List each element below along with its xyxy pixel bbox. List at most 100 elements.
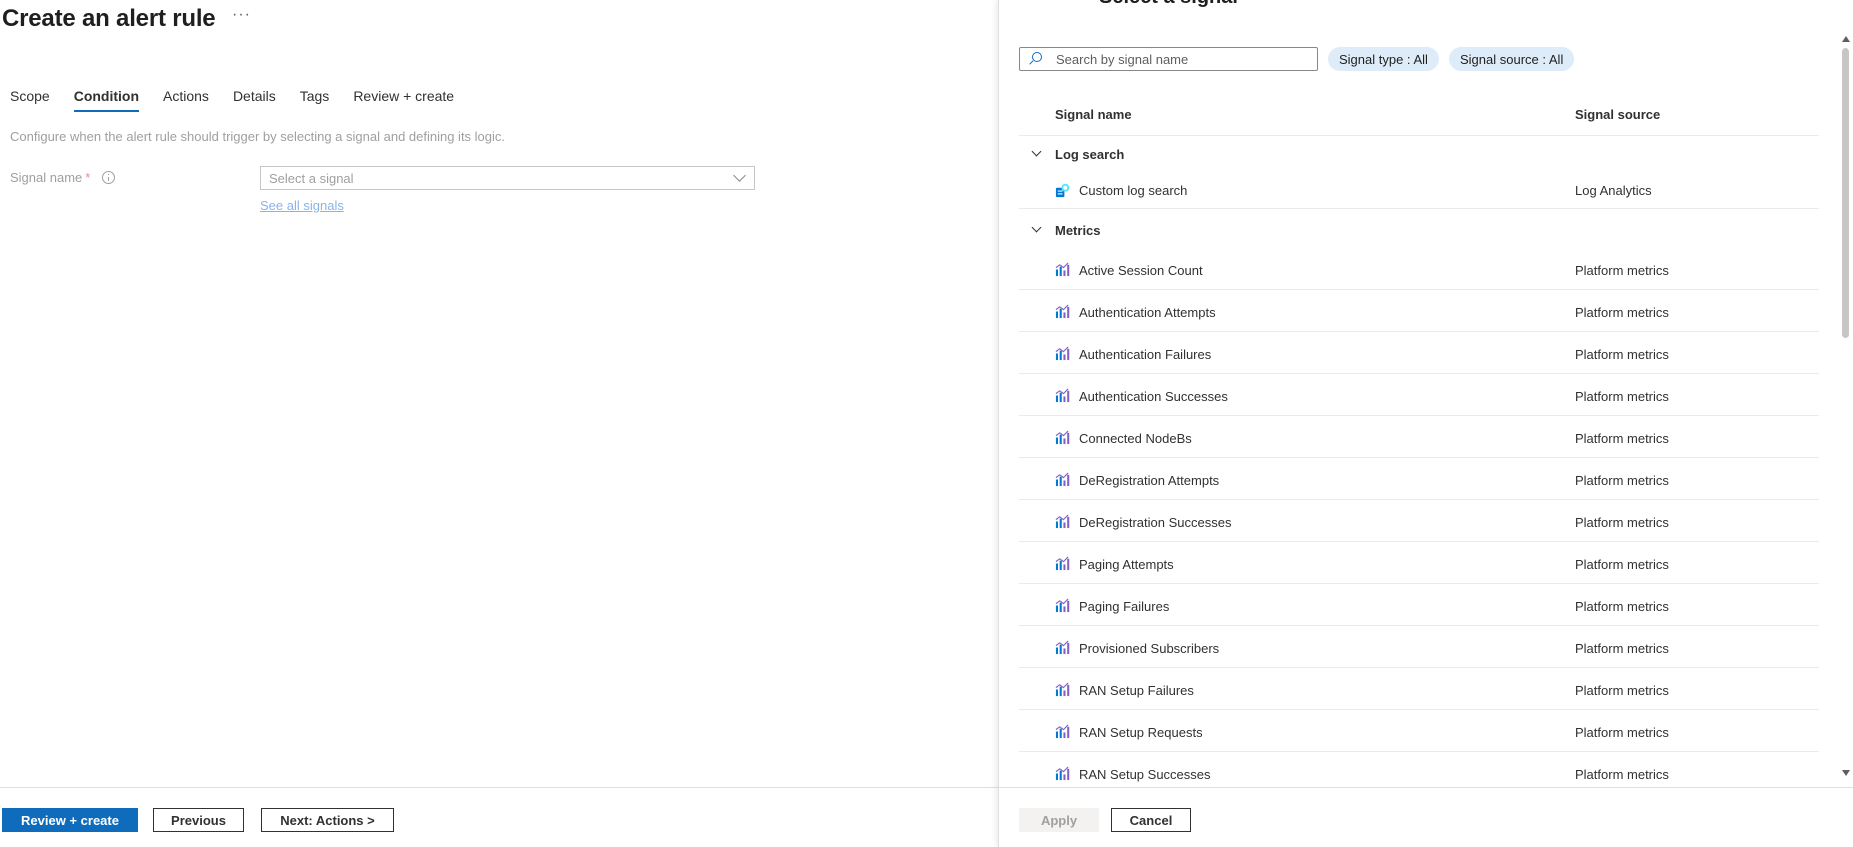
signal-name: Custom log search (1079, 183, 1188, 198)
signal-source: Log Analytics (1575, 183, 1652, 198)
signal-row[interactable]: Active Session Count Platform metrics (1019, 248, 1819, 290)
signal-name: RAN Setup Successes (1079, 767, 1211, 782)
metric-chart-icon (1055, 514, 1070, 529)
group-header-log-search[interactable]: Log search (1019, 136, 1819, 171)
required-marker: * (85, 170, 91, 185)
metric-chart-icon (1055, 724, 1070, 739)
signal-source: Platform metrics (1575, 641, 1669, 656)
signal-source: Platform metrics (1575, 305, 1669, 320)
signal-name: Paging Failures (1079, 599, 1170, 614)
metric-chart-icon (1055, 682, 1070, 697)
signal-row[interactable]: DeRegistration Attempts Platform metrics (1019, 458, 1819, 500)
metric-chart-icon (1055, 556, 1070, 571)
signal-source: Platform metrics (1575, 263, 1669, 278)
signal-source: Platform metrics (1575, 347, 1669, 362)
signal-source: Platform metrics (1575, 557, 1669, 572)
create-alert-rule-page: Create an alert rule ··· Scope Condition… (0, 0, 998, 847)
metric-chart-icon (1055, 472, 1070, 487)
panel-scrollbar[interactable] (1837, 36, 1853, 786)
tab-review-create[interactable]: Review + create (353, 88, 454, 112)
metric-chart-icon (1055, 430, 1070, 445)
signal-row[interactable]: Custom log search Log Analytics (1019, 171, 1819, 209)
wizard-tabs: Scope Condition Actions Details Tags Rev… (10, 88, 478, 112)
signal-row[interactable]: Paging Failures Platform metrics (1019, 584, 1819, 626)
tab-tags[interactable]: Tags (300, 88, 330, 112)
tab-details[interactable]: Details (233, 88, 276, 112)
see-all-signals-link[interactable]: See all signals (260, 198, 344, 213)
page-title: Create an alert rule (2, 5, 216, 32)
signal-row[interactable]: RAN Setup Failures Platform metrics (1019, 668, 1819, 710)
signal-select-placeholder: Select a signal (269, 171, 354, 186)
cancel-button[interactable]: Cancel (1111, 808, 1191, 832)
scroll-up-arrow-icon[interactable] (1842, 36, 1850, 42)
signal-name-label-text: Signal name (10, 170, 83, 185)
signal-grid-header: Signal name Signal source (1019, 101, 1819, 136)
group-label: Log search (1055, 147, 1125, 162)
metric-chart-icon (1055, 304, 1070, 319)
scroll-down-arrow-icon[interactable] (1842, 770, 1850, 776)
column-header-signal-name[interactable]: Signal name (1055, 107, 1132, 122)
chevron-down-icon[interactable] (1031, 222, 1042, 233)
metric-chart-icon (1055, 388, 1070, 403)
scrollbar-thumb[interactable] (1842, 48, 1849, 338)
signal-name: Authentication Failures (1079, 347, 1212, 362)
signal-source: Platform metrics (1575, 683, 1669, 698)
more-options-button[interactable]: ··· (232, 6, 251, 24)
signal-name: Paging Attempts (1079, 557, 1174, 572)
signal-source: Platform metrics (1575, 473, 1669, 488)
next-actions-button[interactable]: Next: Actions > (261, 808, 394, 832)
signal-row[interactable]: RAN Setup Successes Platform metrics (1019, 752, 1819, 787)
search-icon (1028, 52, 1042, 66)
signal-type-filter[interactable]: Signal type : All (1328, 47, 1439, 71)
signal-name: Provisioned Subscribers (1079, 641, 1220, 656)
signal-source: Platform metrics (1575, 767, 1669, 782)
signal-search-box[interactable] (1019, 47, 1318, 71)
signal-name: Authentication Attempts (1079, 305, 1216, 320)
metric-chart-icon (1055, 640, 1070, 655)
info-icon[interactable] (102, 171, 116, 184)
chevron-down-icon[interactable] (1031, 146, 1042, 157)
signal-source-filter[interactable]: Signal source : All (1449, 47, 1575, 71)
signal-search-input[interactable] (1056, 51, 1306, 67)
column-header-signal-source[interactable]: Signal source (1575, 107, 1660, 122)
tab-scope[interactable]: Scope (10, 88, 50, 112)
metric-chart-icon (1055, 262, 1070, 277)
metric-chart-icon (1055, 766, 1070, 781)
wizard-footer: Review + create Previous Next: Actions > (0, 787, 998, 847)
signal-row[interactable]: RAN Setup Requests Platform metrics (1019, 710, 1819, 752)
signal-source: Platform metrics (1575, 725, 1669, 740)
signal-name: Connected NodeBs (1079, 431, 1192, 446)
panel-footer: Apply Cancel (999, 787, 1853, 847)
signal-row[interactable]: Paging Attempts Platform metrics (1019, 542, 1819, 584)
signal-row[interactable]: DeRegistration Successes Platform metrics (1019, 500, 1819, 542)
chevron-down-icon (733, 169, 746, 182)
metric-chart-icon (1055, 598, 1070, 613)
signal-name-label: Signal name * (10, 170, 116, 185)
tab-condition[interactable]: Condition (73, 88, 140, 112)
signal-row[interactable]: Connected NodeBs Platform metrics (1019, 416, 1819, 458)
signal-name: Active Session Count (1079, 263, 1203, 278)
panel-title: Select a signal (1099, 0, 1238, 9)
signal-name: DeRegistration Attempts (1079, 473, 1220, 488)
group-label: Metrics (1055, 223, 1101, 238)
signal-name: DeRegistration Successes (1079, 515, 1232, 530)
group-header-metrics[interactable]: Metrics (1019, 209, 1819, 248)
signal-source: Platform metrics (1575, 599, 1669, 614)
signal-row[interactable]: Authentication Attempts Platform metrics (1019, 290, 1819, 332)
signal-row[interactable]: Authentication Failures Platform metrics (1019, 332, 1819, 374)
log-analytics-icon (1055, 183, 1070, 198)
previous-button[interactable]: Previous (153, 808, 244, 832)
signal-name: RAN Setup Requests (1079, 725, 1203, 740)
signal-row[interactable]: Provisioned Subscribers Platform metrics (1019, 626, 1819, 668)
signal-select-dropdown[interactable]: Select a signal (260, 166, 755, 190)
signal-name: RAN Setup Failures (1079, 683, 1194, 698)
signal-list: Log search Custom log search Log Analytics… (1019, 136, 1819, 787)
tab-actions[interactable]: Actions (163, 88, 209, 112)
select-signal-panel: Select a signal Signal type : All Signal… (998, 0, 1853, 847)
signal-source: Platform metrics (1575, 515, 1669, 530)
apply-button[interactable]: Apply (1019, 808, 1099, 832)
review-create-button[interactable]: Review + create (2, 808, 138, 832)
condition-description: Configure when the alert rule should tri… (10, 129, 506, 144)
signal-row[interactable]: Authentication Successes Platform metrics (1019, 374, 1819, 416)
panel-body: Select a signal Signal type : All Signal… (999, 0, 1853, 787)
